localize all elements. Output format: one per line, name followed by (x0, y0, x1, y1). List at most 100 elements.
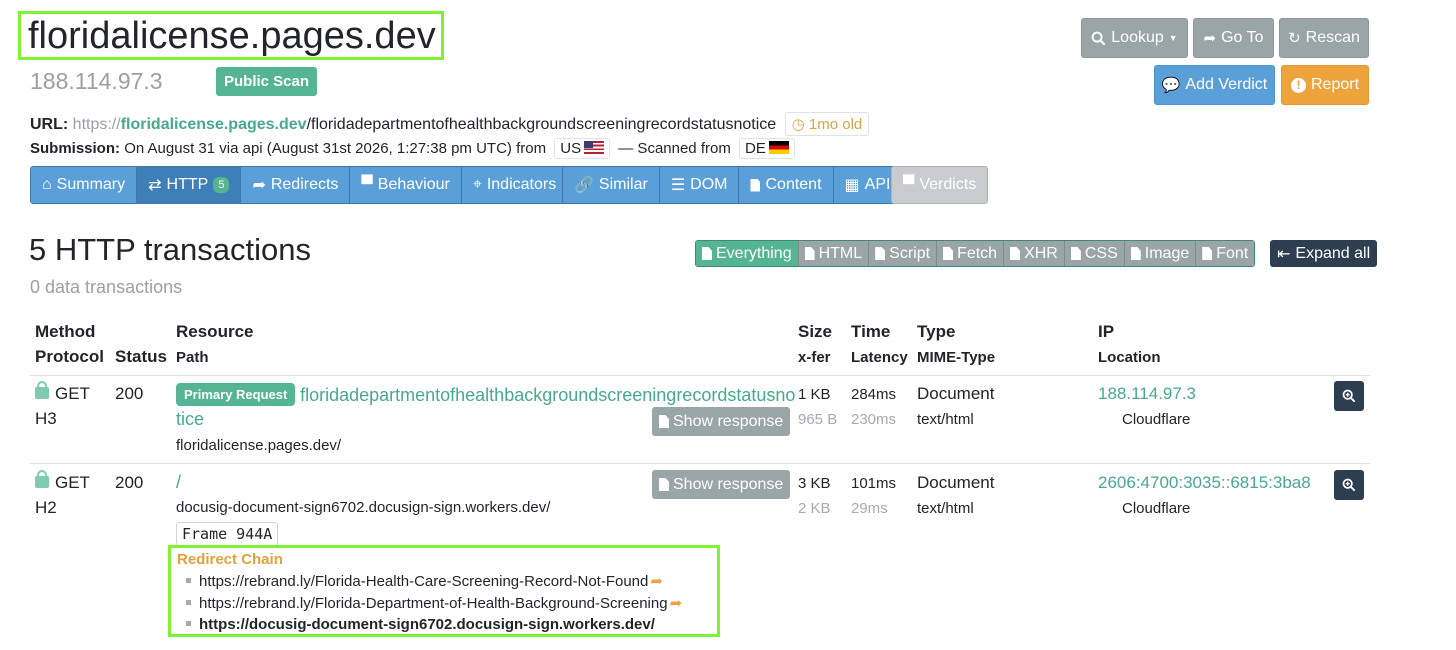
tabbar-primary: ⌂ Summary ⇄ HTTP 5 ➦ Redirects ▀ Behaviour ⌖ I… (30, 166, 569, 204)
row2-method: GET (35, 470, 90, 493)
col-status: Status (115, 347, 167, 366)
submission-text: On August 31 via api (August 31st 2026, … (124, 140, 547, 157)
share-icon: ➦ (252, 177, 266, 194)
filter-font-label: Font (1216, 244, 1249, 262)
tab-dom[interactable]: ☰ DOM (659, 167, 740, 203)
filter-xhr[interactable]: XHR (1004, 241, 1065, 266)
row2-status: 200 (115, 473, 144, 492)
rescan-label: Rescan (1305, 29, 1360, 46)
filter-script[interactable]: Script (869, 241, 938, 266)
link-icon: 🔗 (574, 177, 594, 194)
row1-show-response-button[interactable]: Show response (652, 407, 791, 436)
share-icon: ➦ (1203, 29, 1217, 47)
row1-latency: 230ms (851, 411, 897, 428)
report-button[interactable]: ! Report (1281, 65, 1369, 105)
row1-status: 200 (115, 384, 144, 403)
add-verdict-button[interactable]: 💬 Add Verdict (1154, 65, 1275, 105)
row2-zoom-button[interactable] (1334, 470, 1364, 500)
file-icon (659, 478, 669, 491)
tab-verdicts-label: Verdicts (919, 176, 977, 193)
primary-request-badge: Primary Request (176, 383, 296, 406)
row2-type: Document (917, 473, 995, 492)
submission-line: Submission: On August 31 via api (August… (30, 138, 799, 159)
row1-zoom-button[interactable] (1334, 381, 1364, 411)
redirect-url-final: https://docusig-document-sign6702.docusi… (199, 616, 655, 633)
filter-fetch[interactable]: Fetch (937, 241, 1005, 266)
col-latency: Latency (851, 349, 908, 366)
goto-button[interactable]: ➦ Go To (1193, 18, 1274, 58)
row2-ip-link[interactable]: 2606:4700:3035::6815:3ba8 (1098, 473, 1311, 493)
expand-icon: ⇤ (1277, 245, 1291, 263)
row1-resource: Primary Request floridadepartmentofhealt… (176, 383, 795, 406)
expand-all-button[interactable]: ⇤ Expand all (1270, 240, 1378, 267)
zoom-in-icon (1342, 478, 1356, 492)
row2-method-label: GET (55, 473, 90, 492)
tab-redirects[interactable]: ➦ Redirects (241, 167, 351, 203)
redirect-arrow-icon: ➦ (650, 573, 663, 590)
col-ip: IP (1098, 322, 1115, 341)
tab-content[interactable]: Content (739, 167, 834, 203)
row2-resource-link[interactable]: / (176, 472, 181, 493)
lock-icon (35, 470, 49, 488)
filter-everything[interactable]: Everything (696, 241, 799, 266)
tab-http[interactable]: ⇄ HTTP 5 (137, 167, 242, 203)
url-scheme: https:// (72, 116, 121, 133)
page-ip: 188.114.97.3 (30, 68, 163, 94)
row1-xfer: 965 B (798, 411, 838, 428)
col-time: Time (851, 322, 891, 341)
url-host-link[interactable]: floridalicense.pages.dev (121, 116, 307, 133)
filter-html-label: HTML (818, 244, 863, 262)
tab-similar[interactable]: 🔗 Similar (563, 167, 660, 203)
redirect-chain-title: Redirect Chain (177, 551, 283, 568)
comment-icon: ▀ (903, 176, 915, 193)
row2-show-response-button[interactable]: Show response (652, 470, 791, 499)
goto-label: Go To (1221, 29, 1264, 46)
row2-time: 101ms (851, 475, 897, 492)
filter-fetch-label: Fetch (957, 244, 998, 262)
filter-script-label: Script (889, 244, 931, 262)
tab-behaviour[interactable]: ▀ Behaviour (350, 167, 462, 203)
redirect-item: https://rebrand.ly/Florida-Department-of… (186, 594, 682, 612)
bullet-icon (186, 600, 191, 605)
add-verdict-label: Add Verdict (1185, 76, 1268, 93)
submission-country-code: US (560, 140, 582, 157)
rescan-button[interactable]: ↻ Rescan (1279, 18, 1369, 58)
redirect-url: https://rebrand.ly/Florida-Health-Care-S… (199, 573, 649, 590)
exchange-icon: ⇄ (148, 177, 162, 194)
row2-xfer: 2 KB (798, 500, 831, 517)
row1-resource-link[interactable]: floridadepartmentofhealthbackgroundscree… (300, 385, 795, 405)
row2-mime: text/html (917, 500, 974, 517)
home-icon: ⌂ (42, 176, 52, 193)
file-icon (750, 178, 761, 192)
redirect-item-final: https://docusig-document-sign6702.docusi… (186, 616, 655, 633)
filter-xhr-label: XHR (1024, 244, 1058, 262)
lookup-button[interactable]: Lookup ▼ (1081, 18, 1188, 58)
col-size: Size (798, 322, 833, 341)
row1-time: 284ms (851, 386, 897, 403)
filter-html[interactable]: HTML (798, 241, 870, 266)
section-subtitle: 0 data transactions (30, 277, 183, 297)
filter-css[interactable]: CSS (1064, 241, 1125, 266)
lock-icon (35, 381, 49, 399)
de-flag-icon (768, 141, 789, 154)
search-icon (1091, 31, 1106, 45)
url-line: URL: https://floridalicense.pages.dev/fl… (30, 112, 870, 136)
http-count-badge: 5 (213, 177, 230, 193)
row1-location: Cloudflare (1122, 411, 1191, 428)
filter-font[interactable]: Font (1196, 241, 1255, 266)
filter-everything-label: Everything (716, 244, 792, 262)
tab-summary[interactable]: ⌂ Summary (31, 167, 138, 203)
row1-resource-link-cont[interactable]: tice (176, 409, 204, 430)
crosshair-icon: ⌖ (472, 176, 482, 193)
zoom-in-icon (1342, 389, 1356, 403)
row1-ip-link[interactable]: 188.114.97.3 (1098, 384, 1196, 404)
row2-latency: 29ms (851, 500, 888, 517)
tab-indicators[interactable]: ⌖ Indicators (461, 167, 568, 203)
filter-image[interactable]: Image (1124, 241, 1197, 266)
row1-method: GET (35, 381, 90, 404)
comment-icon: ▀ (361, 176, 373, 193)
col-location: Location (1098, 349, 1161, 366)
divider (30, 375, 1370, 376)
row2-location: Cloudflare (1122, 500, 1191, 517)
file-icon (943, 247, 954, 260)
